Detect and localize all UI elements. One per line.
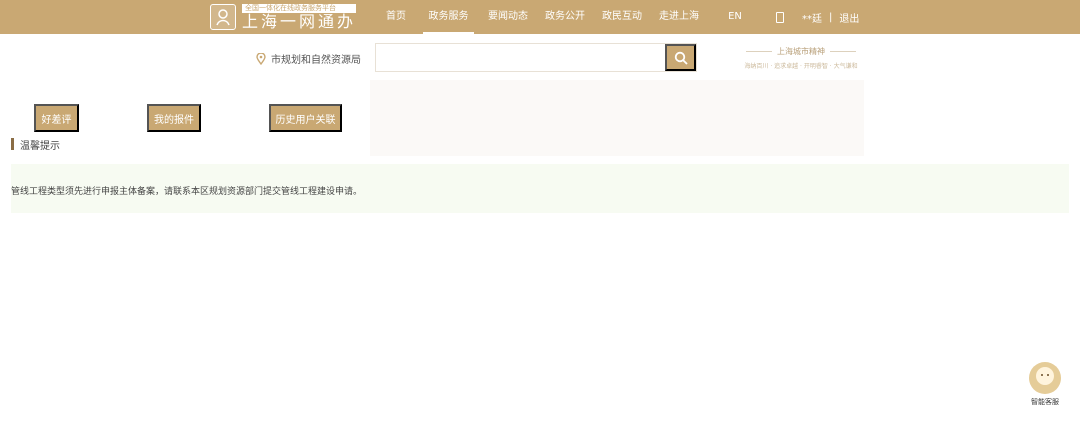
nav-interaction[interactable]: 政民互动 <box>600 0 644 34</box>
search-button[interactable] <box>665 44 696 71</box>
separator: | <box>829 11 833 23</box>
shanghai-spirit-banner: 上海城市精神 海纳百川 · 追求卓越 · 开明睿智 · 大气谦和 <box>733 46 869 70</box>
assistant-label: 智能客服 <box>1031 398 1059 406</box>
user-name[interactable]: **廷 <box>802 10 822 25</box>
smart-assistant[interactable]: 智能客服 <box>1026 362 1064 412</box>
nav-shanghai[interactable]: 走进上海 <box>657 0 701 34</box>
logo-title: 上海一网通办 <box>242 11 357 31</box>
nav-home[interactable]: 首页 <box>374 0 418 34</box>
brand-title: 上海城市精神 <box>733 46 869 57</box>
nav-public-affairs[interactable]: 政务公开 <box>543 0 587 34</box>
notice-title: 温馨提示 <box>20 140 60 152</box>
mobile-phone-icon[interactable] <box>776 11 784 23</box>
history-user-link-button[interactable]: 历史用户关联 <box>269 104 342 132</box>
location-pin-icon <box>256 52 266 65</box>
department-name: 市规划和自然资源局 <box>271 55 361 66</box>
notice-box: 管线工程类型须先进行申报主体备案，请联系本区规划资源部门提交管线工程建设申请。 <box>11 164 1069 213</box>
nav-news[interactable]: 要闻动态 <box>486 0 530 34</box>
page: 全国一体化在线政务服务平台 上海一网通办 首页 政务服务 要闻动态 政务公开 政… <box>0 0 1080 440</box>
main-navigation: 首页 政务服务 要闻动态 政务公开 政民互动 走进上海 EN <box>374 0 747 34</box>
user-area: **廷 | 退出 <box>776 0 859 34</box>
notice-marker <box>11 138 14 150</box>
logout-link[interactable]: 退出 <box>839 10 859 25</box>
logo-icon <box>210 4 236 30</box>
background-panel <box>370 80 864 156</box>
brand-tagline: 海纳百川 · 追求卓越 · 开明睿智 · 大气谦和 <box>744 63 858 70</box>
logo-text: 全国一体化在线政务服务平台 上海一网通办 <box>242 3 357 31</box>
nav-english[interactable]: EN <box>723 0 747 34</box>
nav-government-services[interactable]: 政务服务 <box>423 0 474 34</box>
notice-message: 管线工程类型须先进行申报主体备案，请联系本区规划资源部门提交管线工程建设申请。 <box>11 187 363 197</box>
assistant-avatar-icon <box>1029 362 1061 394</box>
notice-heading: 温馨提示 <box>11 138 60 152</box>
search-bar <box>375 43 697 72</box>
top-navigation-bar: 全国一体化在线政务服务平台 上海一网通办 首页 政务服务 要闻动态 政务公开 政… <box>0 0 1080 34</box>
search-icon <box>674 51 688 65</box>
my-submissions-button[interactable]: 我的报件 <box>147 104 201 132</box>
department-location[interactable]: 市规划和自然资源局 <box>256 51 361 66</box>
site-logo[interactable]: 全国一体化在线政务服务平台 上海一网通办 <box>210 3 357 31</box>
search-input[interactable] <box>376 44 665 71</box>
rating-button[interactable]: 好差评 <box>34 104 79 132</box>
